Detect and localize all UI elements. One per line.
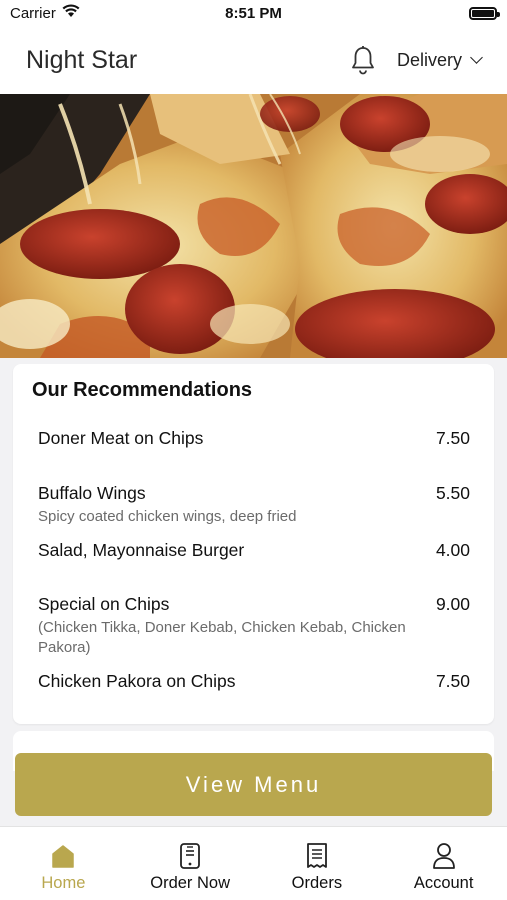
tab-label: Order Now [150, 874, 231, 892]
view-menu-button[interactable]: View Menu [15, 753, 492, 816]
battery-icon [469, 6, 500, 20]
item-price: 5.50 [435, 483, 470, 503]
status-bar: Carrier 8:51 PM [0, 0, 507, 26]
wifi-icon [62, 4, 80, 22]
item-price: 7.50 [435, 671, 470, 691]
item-name: Doner Meat on Chips [38, 428, 204, 448]
recommendations-card: Our Recommendations Doner Meat on Chips … [13, 364, 494, 724]
bell-icon[interactable] [349, 45, 377, 75]
receipt-icon [302, 841, 332, 871]
item-price: 4.00 [435, 540, 470, 560]
recommendation-item[interactable]: Doner Meat on Chips 7.50 [38, 428, 470, 449]
tab-home[interactable]: Home [0, 827, 127, 900]
tab-label: Home [41, 874, 86, 892]
recommendation-item[interactable]: Salad, Mayonnaise Burger 4.00 [38, 540, 470, 561]
status-left: Carrier [10, 4, 80, 22]
item-description: (Chicken Tikka, Doner Kebab, Chicken Keb… [38, 619, 406, 656]
tab-label: Account [413, 874, 474, 892]
recommendations-title: Our Recommendations [32, 379, 253, 401]
hero-food-image [0, 94, 507, 358]
recommendation-item[interactable]: Chicken Pakora on Chips 7.50 [38, 671, 470, 692]
item-price: 7.50 [435, 428, 470, 448]
tab-orders[interactable]: Orders [254, 827, 381, 900]
tab-account[interactable]: Account [380, 827, 507, 900]
tab-bar: Home Order Now Orders Account [0, 826, 507, 900]
tab-label: Orders [291, 874, 343, 892]
app-header: Night Star Delivery [0, 26, 507, 94]
item-name: Buffalo Wings [38, 483, 146, 503]
item-price: 9.00 [435, 594, 470, 614]
carrier-label: Carrier [10, 4, 56, 22]
recommendation-item[interactable]: Buffalo Wings 5.50 Spicy coated chicken … [38, 483, 470, 527]
account-icon [429, 841, 459, 871]
delivery-selector[interactable]: Delivery [396, 49, 483, 71]
delivery-label: Delivery [396, 49, 462, 70]
item-name: Special on Chips [38, 594, 170, 614]
item-name: Salad, Mayonnaise Burger [38, 540, 245, 560]
chevron-down-icon [470, 51, 483, 64]
home-icon [48, 841, 78, 871]
tab-order-now[interactable]: Order Now [127, 827, 254, 900]
order-now-icon [175, 841, 205, 871]
item-description: Spicy coated chicken wings, deep fried [38, 508, 297, 525]
recommendation-item[interactable]: Special on Chips 9.00 (Chicken Tikka, Do… [38, 594, 470, 658]
item-name: Chicken Pakora on Chips [38, 671, 236, 691]
app-title: Night Star [26, 45, 138, 74]
